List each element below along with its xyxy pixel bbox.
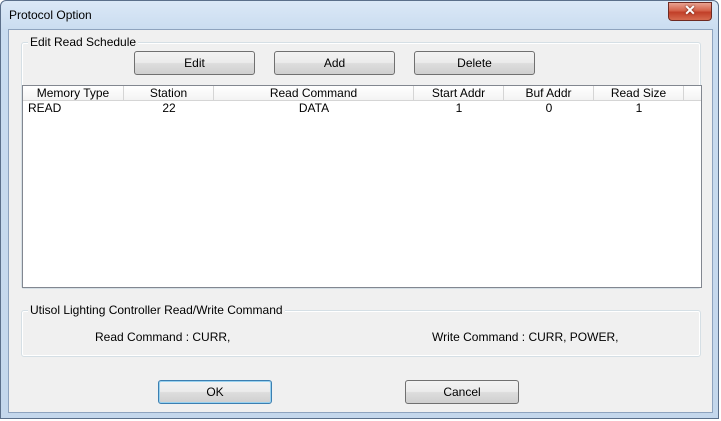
column-header-filler bbox=[684, 86, 701, 101]
cell-memory-type: READ bbox=[28, 101, 62, 115]
cell-read-command: DATA bbox=[298, 101, 330, 115]
add-button[interactable]: Add bbox=[274, 51, 395, 75]
cell-station: 22 bbox=[162, 101, 176, 115]
table-row[interactable]: READ 22 DATA 1 0 1 bbox=[23, 101, 701, 115]
protocol-option-dialog: Protocol Option ✕ Edit Read Schedule Edi… bbox=[0, 0, 719, 419]
read-schedule-list[interactable]: Memory Type Station Read Command Start A… bbox=[22, 85, 702, 288]
edit-read-schedule-label: Edit Read Schedule bbox=[28, 35, 139, 49]
title-bar[interactable]: Protocol Option ✕ bbox=[1, 1, 718, 29]
write-command-text: Write Command : CURR, POWER, bbox=[432, 330, 619, 344]
read-write-command-group: Utisol Lighting Controller Read/Write Co… bbox=[21, 303, 701, 357]
close-icon: ✕ bbox=[684, 2, 696, 18]
delete-button[interactable]: Delete bbox=[414, 51, 535, 75]
cell-buf-addr: 0 bbox=[545, 101, 553, 115]
dialog-client-area: Edit Read Schedule Edit Add Delete Memor… bbox=[8, 29, 713, 413]
dialog-title: Protocol Option bbox=[9, 8, 92, 22]
cell-start-addr: 1 bbox=[455, 101, 463, 115]
column-header-read-command[interactable]: Read Command bbox=[214, 86, 414, 101]
cell-read-size: 1 bbox=[635, 101, 643, 115]
read-command-text: Read Command : CURR, bbox=[95, 330, 231, 344]
edit-read-schedule-group: Edit Read Schedule Edit Add Delete Memor… bbox=[21, 35, 702, 289]
close-button[interactable]: ✕ bbox=[668, 2, 712, 21]
column-header-station[interactable]: Station bbox=[124, 86, 214, 101]
read-write-command-label: Utisol Lighting Controller Read/Write Co… bbox=[28, 303, 285, 317]
cancel-button[interactable]: Cancel bbox=[405, 380, 519, 404]
column-header-start-addr[interactable]: Start Addr bbox=[414, 86, 504, 101]
ok-button[interactable]: OK bbox=[158, 380, 272, 404]
column-header-read-size[interactable]: Read Size bbox=[594, 86, 684, 101]
column-header-buf-addr[interactable]: Buf Addr bbox=[504, 86, 594, 101]
edit-button[interactable]: Edit bbox=[134, 51, 255, 75]
column-header-memory-type[interactable]: Memory Type bbox=[23, 86, 124, 101]
